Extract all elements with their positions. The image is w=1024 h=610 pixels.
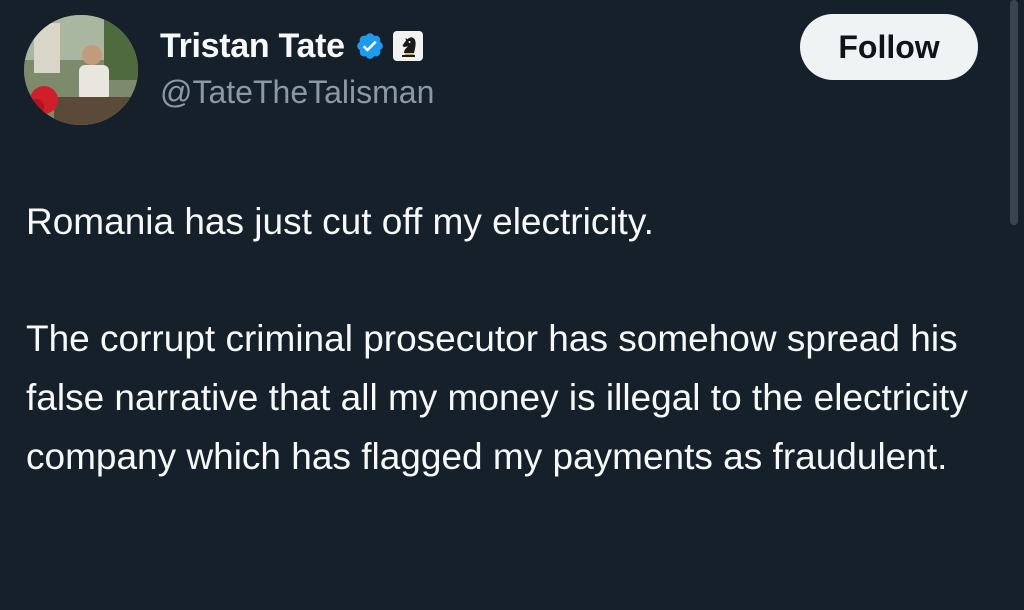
tweet-card: Tristan Tate @TateTheTalisman Follow Rom… bbox=[0, 0, 1024, 610]
tweet-paragraph: The corrupt criminal prosecutor has some… bbox=[26, 318, 968, 477]
scrollbar-thumb[interactable] bbox=[1010, 0, 1018, 225]
author-name-row: Tristan Tate bbox=[160, 26, 423, 66]
follow-button[interactable]: Follow bbox=[800, 14, 978, 80]
tweet-paragraph: Romania has just cut off my electricity. bbox=[26, 201, 654, 242]
avatar[interactable] bbox=[24, 15, 138, 125]
author-handle[interactable]: @TateTheTalisman bbox=[160, 74, 434, 111]
tweet-text: Romania has just cut off my electricity.… bbox=[26, 192, 986, 486]
avatar-photo bbox=[24, 15, 138, 125]
chess-knight-icon[interactable] bbox=[392, 31, 423, 61]
verified-badge-icon[interactable] bbox=[355, 31, 385, 61]
author-display-name[interactable]: Tristan Tate bbox=[160, 27, 345, 66]
